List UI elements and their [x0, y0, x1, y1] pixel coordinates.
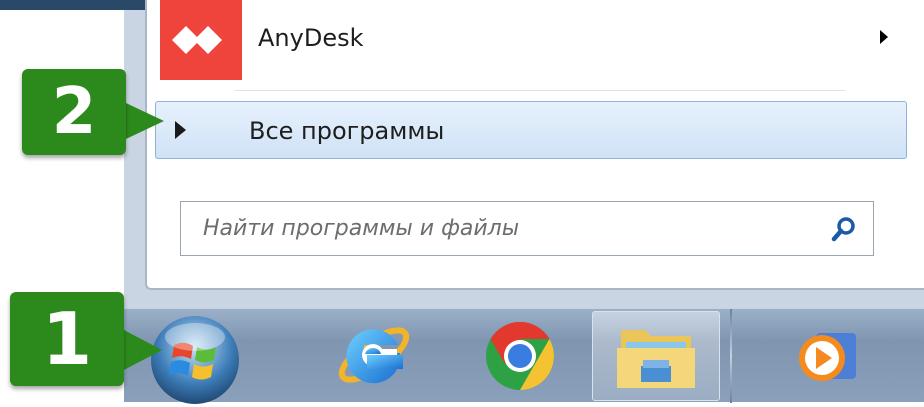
submenu-arrow-icon[interactable]	[880, 30, 888, 44]
step-2-pointer-arrow	[126, 103, 164, 139]
anydesk-icon	[160, 0, 242, 80]
taskbar-divider	[730, 309, 732, 403]
taskbar-button-internet-explorer[interactable]	[312, 309, 422, 403]
menu-item-anydesk[interactable]: AnyDesk	[160, 0, 900, 80]
taskbar-button-chrome[interactable]	[464, 309, 574, 403]
all-programs-button[interactable]: Все программы	[155, 101, 907, 159]
step-1-badge: 1	[10, 292, 124, 386]
internet-explorer-icon	[338, 327, 410, 384]
taskbar-button-media-player[interactable]	[764, 309, 874, 403]
step-1-pointer-arrow	[124, 330, 162, 370]
chrome-icon	[486, 322, 554, 390]
file-explorer-icon	[617, 330, 695, 388]
search-icon[interactable]	[829, 214, 859, 244]
media-player-icon	[799, 333, 856, 381]
arrow-right-icon	[175, 121, 186, 139]
taskbar	[124, 308, 924, 403]
menu-separator	[235, 90, 845, 91]
search-box[interactable]	[180, 201, 874, 256]
step-2-badge: 2	[22, 69, 126, 155]
menu-item-label: AnyDesk	[258, 24, 364, 52]
search-input[interactable]	[203, 214, 803, 242]
taskbar-button-file-explorer[interactable]	[592, 311, 720, 401]
windows-start-orb-icon[interactable]	[148, 313, 242, 407]
all-programs-label: Все программы	[249, 117, 445, 145]
